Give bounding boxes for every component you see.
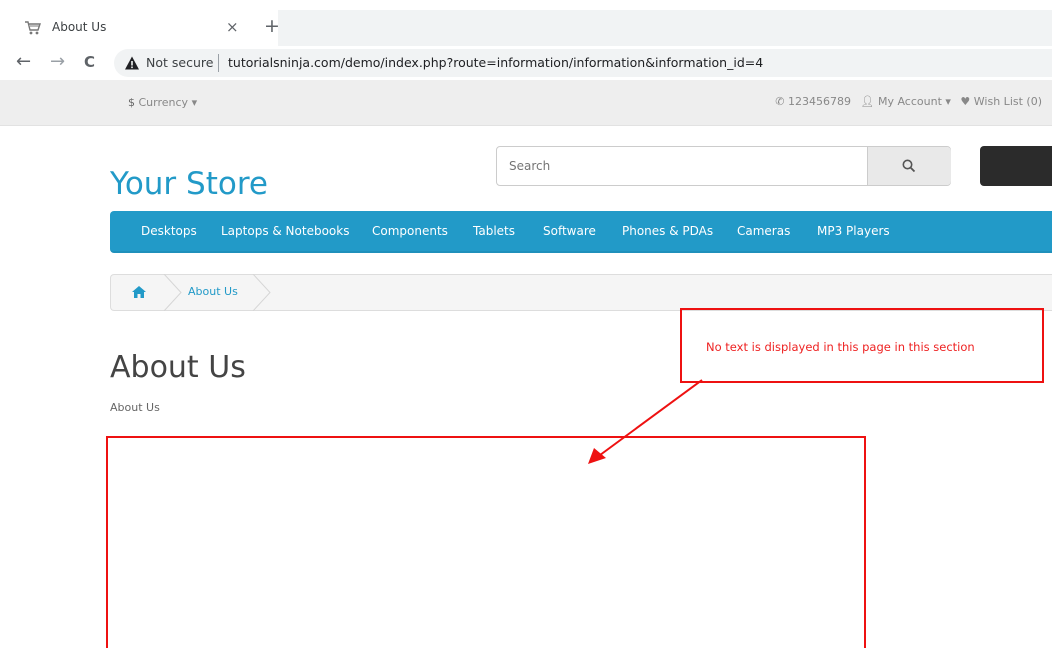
omnibox-separator bbox=[218, 54, 219, 72]
store-logo[interactable]: Your Store bbox=[110, 166, 268, 202]
menu-item-software[interactable]: Software bbox=[543, 224, 596, 238]
forward-arrow-icon[interactable]: → bbox=[50, 51, 65, 73]
breadcrumb: About Us bbox=[110, 274, 1052, 311]
dollar-icon: $ bbox=[128, 96, 135, 109]
my-account-label: My Account bbox=[877, 95, 942, 108]
menu-item-desktops[interactable]: Desktops bbox=[141, 224, 197, 238]
page-subtitle: About Us bbox=[110, 401, 160, 414]
annotation-callout: No text is displayed in this page in thi… bbox=[680, 308, 1044, 383]
search-icon bbox=[902, 159, 916, 173]
omnibox[interactable]: Not secure tutorialsninja.com/demo/index… bbox=[114, 49, 1052, 77]
back-arrow-icon[interactable]: ← bbox=[16, 51, 31, 73]
menu-item-components[interactable]: Components bbox=[372, 224, 448, 238]
search-button[interactable] bbox=[867, 147, 951, 185]
page-title: About Us bbox=[110, 350, 246, 385]
tab-title: About Us bbox=[52, 20, 107, 34]
my-account-dropdown[interactable]: 👤︎ My Account ▾ bbox=[861, 95, 951, 108]
menu-item-phones[interactable]: Phones & PDAs bbox=[622, 224, 713, 238]
reload-icon[interactable]: C bbox=[84, 51, 95, 73]
annotation-text: No text is displayed in this page in thi… bbox=[706, 340, 975, 354]
search-input[interactable] bbox=[497, 147, 867, 185]
wish-list-link[interactable]: ♥ Wish List (0) bbox=[960, 95, 1042, 108]
caret-down-icon: ▾ bbox=[191, 96, 198, 109]
menu-item-cameras[interactable]: Cameras bbox=[737, 224, 790, 238]
address-bar-row: ← → C Not secure tutorialsninja.com/demo… bbox=[0, 46, 1052, 80]
currency-label: Currency bbox=[138, 96, 189, 109]
empty-section-highlight bbox=[106, 436, 866, 648]
phone-number: 123456789 bbox=[788, 95, 851, 108]
tabstrip-background bbox=[278, 10, 1052, 46]
browser-tabstrip: About Us × + bbox=[0, 0, 1052, 46]
breadcrumb-item-about[interactable]: About Us bbox=[188, 285, 238, 298]
main-menu: Desktops Laptops & Notebooks Components … bbox=[110, 211, 1052, 253]
currency-dropdown[interactable]: $ Currency ▾ bbox=[128, 96, 197, 109]
site-topbar: $ Currency ▾ ✆ 123456789 👤︎ My Account ▾… bbox=[0, 80, 1052, 126]
menu-item-laptops[interactable]: Laptops & Notebooks bbox=[221, 224, 349, 238]
breadcrumb-separator bbox=[252, 274, 271, 311]
browser-tab[interactable]: About Us × bbox=[10, 10, 252, 46]
home-icon[interactable] bbox=[131, 285, 147, 299]
menu-item-mp3[interactable]: MP3 Players bbox=[817, 224, 890, 238]
caret-down-icon: ▾ bbox=[945, 95, 951, 108]
new-tab-icon[interactable]: + bbox=[264, 16, 280, 36]
heart-icon: ♥ bbox=[960, 95, 971, 108]
user-icon: 👤︎ bbox=[860, 95, 875, 108]
top-links: ✆ 123456789 👤︎ My Account ▾ ♥ Wish List … bbox=[769, 95, 1042, 108]
wish-list-label: Wish List (0) bbox=[973, 95, 1042, 108]
menu-item-tablets[interactable]: Tablets bbox=[473, 224, 515, 238]
warning-icon bbox=[125, 56, 139, 70]
cart-button[interactable] bbox=[980, 146, 1052, 186]
url-text[interactable]: tutorialsninja.com/demo/index.php?route=… bbox=[228, 55, 763, 70]
cart-icon bbox=[25, 21, 41, 35]
not-secure-label: Not secure bbox=[146, 55, 214, 70]
search-bar bbox=[496, 146, 951, 186]
phone-icon: ✆ bbox=[775, 95, 785, 108]
breadcrumb-separator bbox=[163, 274, 182, 311]
close-icon[interactable]: × bbox=[226, 17, 239, 37]
phone-link[interactable]: ✆ 123456789 bbox=[775, 95, 851, 108]
